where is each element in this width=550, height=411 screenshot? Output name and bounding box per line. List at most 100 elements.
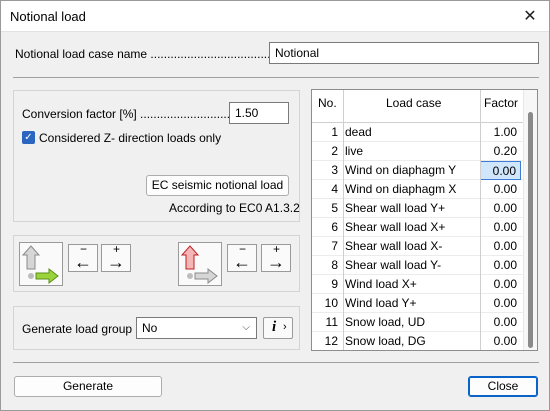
row-factor[interactable]: 0.00 [480, 199, 521, 218]
col-header-no: No. [318, 96, 337, 110]
row-load-case: Shear wall load X- [345, 239, 443, 253]
row-load-case: Snow load, UD [345, 315, 426, 329]
ec-reference-text: According to EC0 A1.3.2 [169, 201, 300, 215]
minus-arrow-left-button[interactable]: − ← [68, 242, 98, 272]
table-row[interactable]: 3 Wind on diaphagm Y 0.00 [312, 161, 523, 180]
close-button[interactable]: Close [468, 376, 538, 397]
column-divider [480, 180, 481, 199]
row-load-case: Shear wall load X+ [345, 220, 446, 234]
z-loads-checkbox[interactable]: ✓ [22, 131, 35, 144]
table-row[interactable]: 2 live 0.20 [312, 142, 523, 161]
col-header-load-case: Load case [386, 96, 442, 110]
row-load-case: live [345, 144, 364, 158]
load-group-value: No [142, 321, 158, 335]
table-row[interactable]: 9 Wind load X+ 0.00 [312, 275, 523, 294]
column-divider [343, 161, 344, 180]
arrow-left-icon: ← [74, 252, 92, 272]
table-row[interactable]: 4 Wind on diaphagm X 0.00 [312, 180, 523, 199]
row-factor[interactable]: 0.00 [480, 332, 521, 350]
column-divider [480, 199, 481, 218]
column-divider [343, 332, 344, 350]
row-factor[interactable]: 0.00 [480, 161, 521, 180]
row-number: 7 [331, 239, 338, 253]
column-divider [480, 332, 481, 350]
row-number: 11 [325, 315, 338, 329]
row-number: 8 [331, 258, 338, 272]
column-divider [343, 237, 344, 256]
plus-arrow-right-button[interactable]: + → [101, 242, 131, 272]
column-divider [343, 180, 344, 199]
ec-seismic-button[interactable]: EC seismic notional load [146, 175, 289, 196]
table-row[interactable]: 11 Snow load, UD 0.00 [312, 313, 523, 332]
row-factor[interactable]: 0.00 [480, 294, 521, 313]
table-row[interactable]: 8 Shear wall load Y- 0.00 [312, 256, 523, 275]
row-factor[interactable]: 1.00 [480, 123, 521, 142]
row-number: 10 [324, 296, 338, 310]
direction-x-to-y-icon[interactable] [178, 242, 222, 286]
close-icon[interactable]: ✕ [519, 6, 541, 28]
separator [13, 362, 539, 363]
table-row[interactable]: 12 Snow load, DG 0.00 [312, 332, 523, 350]
row-factor[interactable]: 0.00 [480, 275, 521, 294]
header-divider [480, 90, 481, 123]
info-button[interactable]: i › [263, 317, 293, 339]
row-factor[interactable]: 0.00 [480, 256, 521, 275]
conversion-factor-label: Conversion factor [%] ..................… [22, 107, 241, 121]
load-case-table: No. Load case Factor 1 dead 1.00 2 live 0.20 3… [311, 89, 538, 351]
notional-load-dialog: Notional load ✕ Notional load case name … [0, 0, 550, 411]
column-divider [343, 142, 344, 161]
row-load-case: Shear wall load Y+ [345, 201, 446, 215]
column-divider [480, 237, 481, 256]
column-divider [480, 275, 481, 294]
table-row[interactable]: 5 Shear wall load Y+ 0.00 [312, 199, 523, 218]
row-load-case: Wind on diaphagm Y [345, 163, 457, 177]
column-divider [343, 275, 344, 294]
arrow-right-icon: → [107, 252, 125, 272]
vertical-scrollbar[interactable] [523, 90, 537, 350]
column-divider [343, 123, 344, 142]
row-factor[interactable]: 0.00 [480, 218, 521, 237]
column-divider [343, 256, 344, 275]
row-factor[interactable]: 0.00 [480, 180, 521, 199]
table-row[interactable]: 7 Shear wall load X- 0.00 [312, 237, 523, 256]
separator [13, 77, 539, 78]
row-number: 9 [331, 277, 338, 291]
table-row[interactable]: 6 Shear wall load X+ 0.00 [312, 218, 523, 237]
col-header-factor: Factor [484, 96, 519, 110]
column-divider [480, 256, 481, 275]
row-number: 2 [331, 144, 338, 158]
info-icon: i [272, 319, 277, 335]
load-group-select[interactable]: No ⌵ [136, 317, 257, 339]
conversion-factor-input[interactable]: 1.50 [229, 102, 289, 124]
arrow-right-icon: → [267, 252, 285, 272]
row-load-case: Wind load X+ [345, 277, 417, 291]
row-factor[interactable]: 0.00 [480, 313, 521, 332]
column-divider [480, 142, 481, 161]
row-number: 5 [331, 201, 338, 215]
row-number: 12 [324, 334, 338, 348]
load-group-label: Generate load group ... [22, 322, 146, 336]
row-load-case: Shear wall load Y- [345, 258, 442, 272]
case-name-input[interactable]: Notional [269, 42, 539, 64]
column-divider [480, 161, 481, 180]
row-factor[interactable]: 0.00 [480, 237, 521, 256]
column-divider [480, 123, 481, 142]
table-row[interactable]: 10 Wind load Y+ 0.00 [312, 294, 523, 313]
z-loads-label: Considered Z- direction loads only [39, 131, 222, 145]
row-number: 3 [331, 163, 338, 177]
plus-arrow-right-button-2[interactable]: + → [261, 242, 291, 272]
column-divider [343, 218, 344, 237]
row-load-case: Wind on diaphagm X [345, 182, 457, 196]
row-number: 1 [331, 125, 338, 139]
column-divider [343, 199, 344, 218]
direction-y-to-x-icon[interactable] [19, 242, 63, 286]
case-name-label: Notional load case name ................… [15, 47, 271, 61]
table-row[interactable]: 1 dead 1.00 [312, 123, 523, 142]
scrollbar-thumb[interactable] [528, 112, 533, 348]
row-load-case: Snow load, DG [345, 334, 426, 348]
row-factor[interactable]: 0.20 [480, 142, 521, 161]
minus-arrow-left-button-2[interactable]: − ← [227, 242, 257, 272]
arrow-left-icon: ← [233, 252, 251, 272]
dialog-title: Notional load [10, 9, 86, 24]
generate-button[interactable]: Generate [14, 376, 162, 397]
